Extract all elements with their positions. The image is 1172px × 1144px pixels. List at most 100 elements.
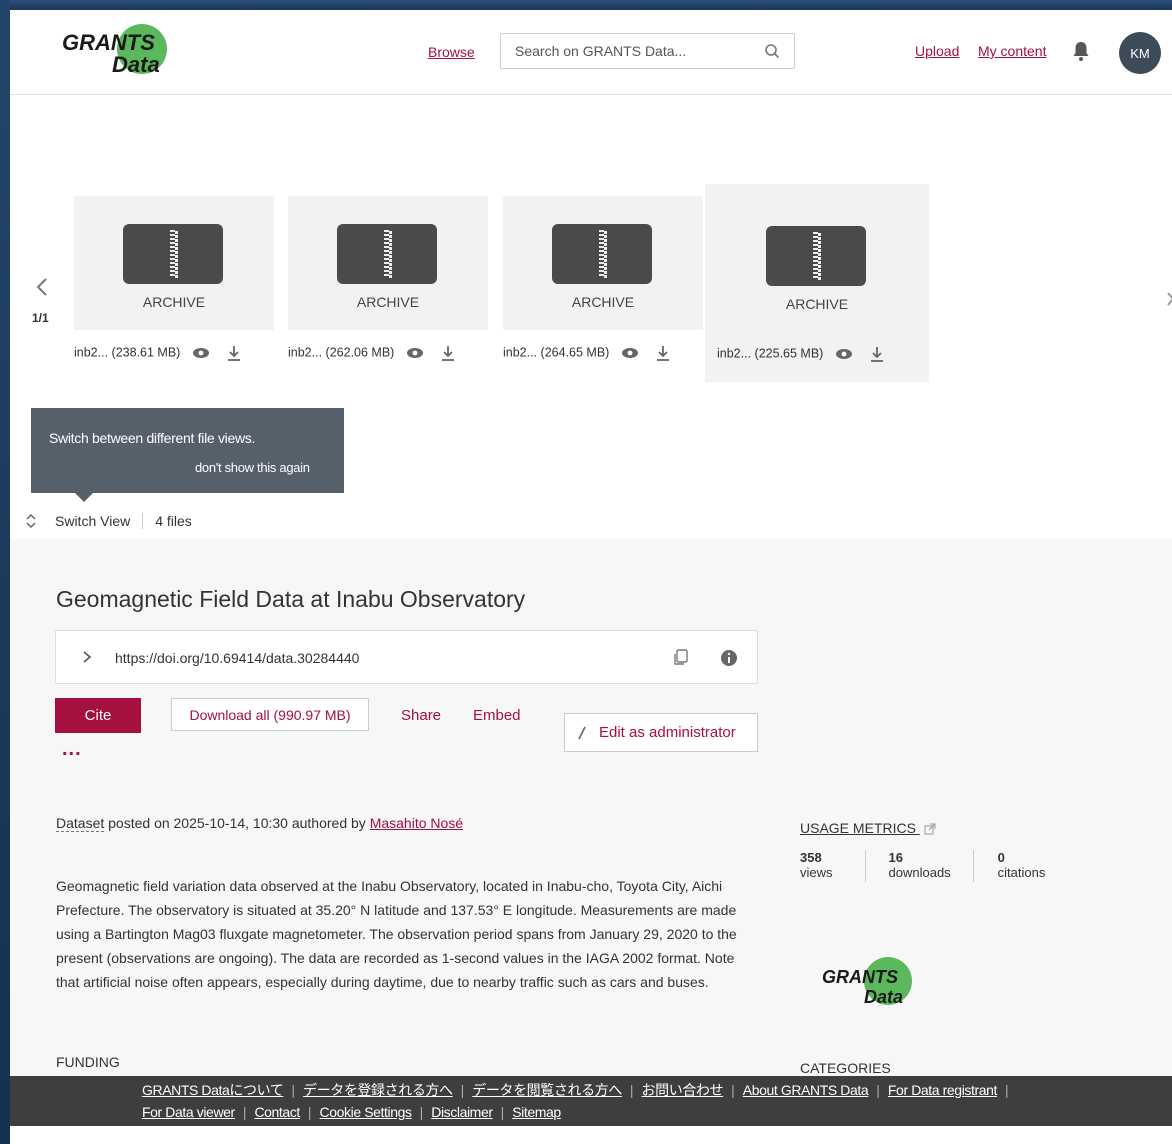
file-type-label: ARCHIVE	[356, 294, 420, 310]
upload-link[interactable]: Upload	[915, 43, 959, 59]
download-icon[interactable]	[441, 345, 455, 361]
file-count: 4 files	[155, 513, 192, 529]
eye-icon[interactable]	[835, 348, 853, 360]
carousel-prev-icon[interactable]	[34, 275, 50, 299]
search-box[interactable]	[500, 33, 795, 69]
site-footer: GRANTS Dataについて | データを登録される方へ | データを閲覧される方へ |…	[10, 1076, 1172, 1126]
embed-link[interactable]: Embed	[473, 707, 521, 724]
info-icon[interactable]	[720, 649, 738, 667]
window-left-border	[0, 0, 10, 1144]
share-link[interactable]: Share	[401, 707, 441, 724]
file-name: inb2...	[503, 345, 538, 360]
archive-icon	[766, 226, 866, 286]
divider	[142, 513, 144, 529]
more-options-button[interactable]: ...	[62, 738, 82, 761]
download-icon[interactable]	[870, 346, 884, 362]
citations-label: citations	[997, 865, 1046, 880]
my-content-link[interactable]: My content	[978, 43, 1046, 59]
file-name: inb2...	[288, 345, 323, 360]
footer-links-row2: For Data viewer | Contact | Cookie Settings |…	[142, 1104, 561, 1120]
switch-view-icon[interactable]	[24, 514, 38, 528]
footer-link[interactable]: お問い合わせ	[642, 1082, 724, 1098]
edit-as-admin-label: Edit as administrator	[599, 724, 736, 741]
user-avatar[interactable]: KM	[1119, 32, 1161, 74]
citations-count: 0	[997, 850, 1005, 865]
carousel-pager: 1/1	[32, 311, 49, 325]
footer-link[interactable]: About GRANTS Data	[743, 1082, 869, 1098]
site-header: GRANTS Data Browse Upload My content KM	[10, 10, 1172, 95]
file-size: (264.65 MB)	[540, 345, 610, 360]
download-icon[interactable]	[227, 345, 241, 361]
file-view-tooltip: Switch between different file views. don…	[31, 408, 344, 502]
eye-icon[interactable]	[192, 347, 210, 359]
file-type-label: ARCHIVE	[571, 294, 635, 310]
pencil-icon	[578, 726, 586, 739]
file-size: (262.06 MB)	[325, 345, 395, 360]
window-top-border	[0, 0, 1172, 10]
usage-metrics-link[interactable]: USAGE METRICS	[800, 820, 936, 836]
funding-heading: FUNDING	[56, 1054, 120, 1070]
archive-icon	[123, 224, 223, 284]
item-description: Geomagnetic field variation data observe…	[56, 878, 737, 990]
footer-link[interactable]: データを閲覧される方へ	[472, 1082, 622, 1098]
eye-icon[interactable]	[406, 347, 424, 359]
copy-icon[interactable]	[672, 649, 688, 667]
footer-link[interactable]: データを登録される方へ	[303, 1082, 453, 1098]
file-info: inb2... (238.61 MB)	[74, 345, 241, 361]
download-icon[interactable]	[656, 345, 670, 361]
browse-link[interactable]: Browse	[428, 44, 475, 60]
file-tile[interactable]: ARCHIVE	[717, 198, 917, 332]
footer-link[interactable]: Contact	[254, 1104, 300, 1120]
metric-downloads: 16 downloads	[864, 850, 973, 882]
file-type-label: ARCHIVE	[142, 294, 206, 310]
cite-button[interactable]: Cite	[55, 698, 141, 733]
chevron-right-icon[interactable]	[82, 650, 92, 664]
grants-data-logo[interactable]: GRANTS Data	[54, 22, 179, 82]
doi-url[interactable]: https://doi.org/10.69414/data.30284440	[115, 650, 359, 666]
switch-view-button[interactable]: Switch View	[55, 513, 130, 529]
logo2-line1: GRANTS	[822, 967, 898, 987]
page-title: Geomagnetic Field Data at Inabu Observat…	[56, 586, 526, 612]
footer-link[interactable]: Cookie Settings	[320, 1104, 412, 1120]
search-icon[interactable]	[764, 43, 780, 59]
downloads-label: downloads	[888, 865, 951, 880]
bell-icon[interactable]	[1071, 40, 1091, 62]
categories-heading: CATEGORIES	[800, 1060, 891, 1076]
carousel-next-icon[interactable]	[1166, 289, 1172, 309]
grants-data-sidebar-logo[interactable]: GRANTS Data	[808, 954, 920, 1014]
tooltip-text: Switch between different file views.	[49, 430, 256, 446]
file-name: inb2...	[74, 345, 109, 360]
footer-link[interactable]: For Data viewer	[142, 1104, 235, 1120]
posted-info: Dataset posted on 2025-10-14, 10:30 auth…	[56, 815, 463, 832]
switch-view-bar: Switch View 4 files	[24, 513, 192, 529]
footer-link[interactable]: For Data registrant	[888, 1082, 998, 1098]
metric-views: 358 views	[800, 850, 865, 882]
download-all-button[interactable]: Download all (990.97 MB)	[171, 698, 369, 731]
file-tile[interactable]: ARCHIVE	[74, 196, 274, 330]
posted-text: posted on 2025-10-14, 10:30 authored by	[104, 815, 370, 831]
file-tile[interactable]: ARCHIVE	[288, 196, 488, 330]
tooltip-dismiss-link[interactable]: don't show this again	[195, 460, 310, 475]
file-tile[interactable]: ARCHIVE	[503, 196, 703, 330]
archive-icon	[337, 224, 437, 284]
author-link[interactable]: Masahito Nosé	[370, 815, 463, 831]
logo-line2: Data	[112, 52, 160, 77]
footer-link[interactable]: Sitemap	[512, 1104, 561, 1120]
file-type-label: ARCHIVE	[785, 296, 849, 312]
usage-metrics-heading: USAGE METRICS	[800, 820, 916, 836]
footer-links-row1: GRANTS Dataについて | データを登録される方へ | データを閲覧される方へ |…	[142, 1082, 1009, 1098]
item-details-area	[10, 539, 1172, 1079]
doi-box: https://doi.org/10.69414/data.30284440	[55, 630, 758, 684]
file-info: inb2... (264.65 MB)	[503, 345, 670, 361]
footer-link[interactable]: GRANTS Dataについて	[142, 1082, 284, 1098]
eye-icon[interactable]	[621, 347, 639, 359]
footer-link[interactable]: Disclaimer	[431, 1104, 493, 1120]
downloads-count: 16	[888, 850, 903, 865]
item-type[interactable]: Dataset	[56, 815, 105, 832]
edit-as-admin-button[interactable]: Edit as administrator	[564, 713, 758, 752]
file-info: inb2... (262.06 MB)	[288, 345, 455, 361]
search-input[interactable]	[501, 34, 741, 68]
archive-icon	[552, 224, 652, 284]
file-name: inb2...	[717, 346, 752, 361]
usage-metrics: 358 views 16 downloads 0 citations	[800, 850, 1077, 882]
